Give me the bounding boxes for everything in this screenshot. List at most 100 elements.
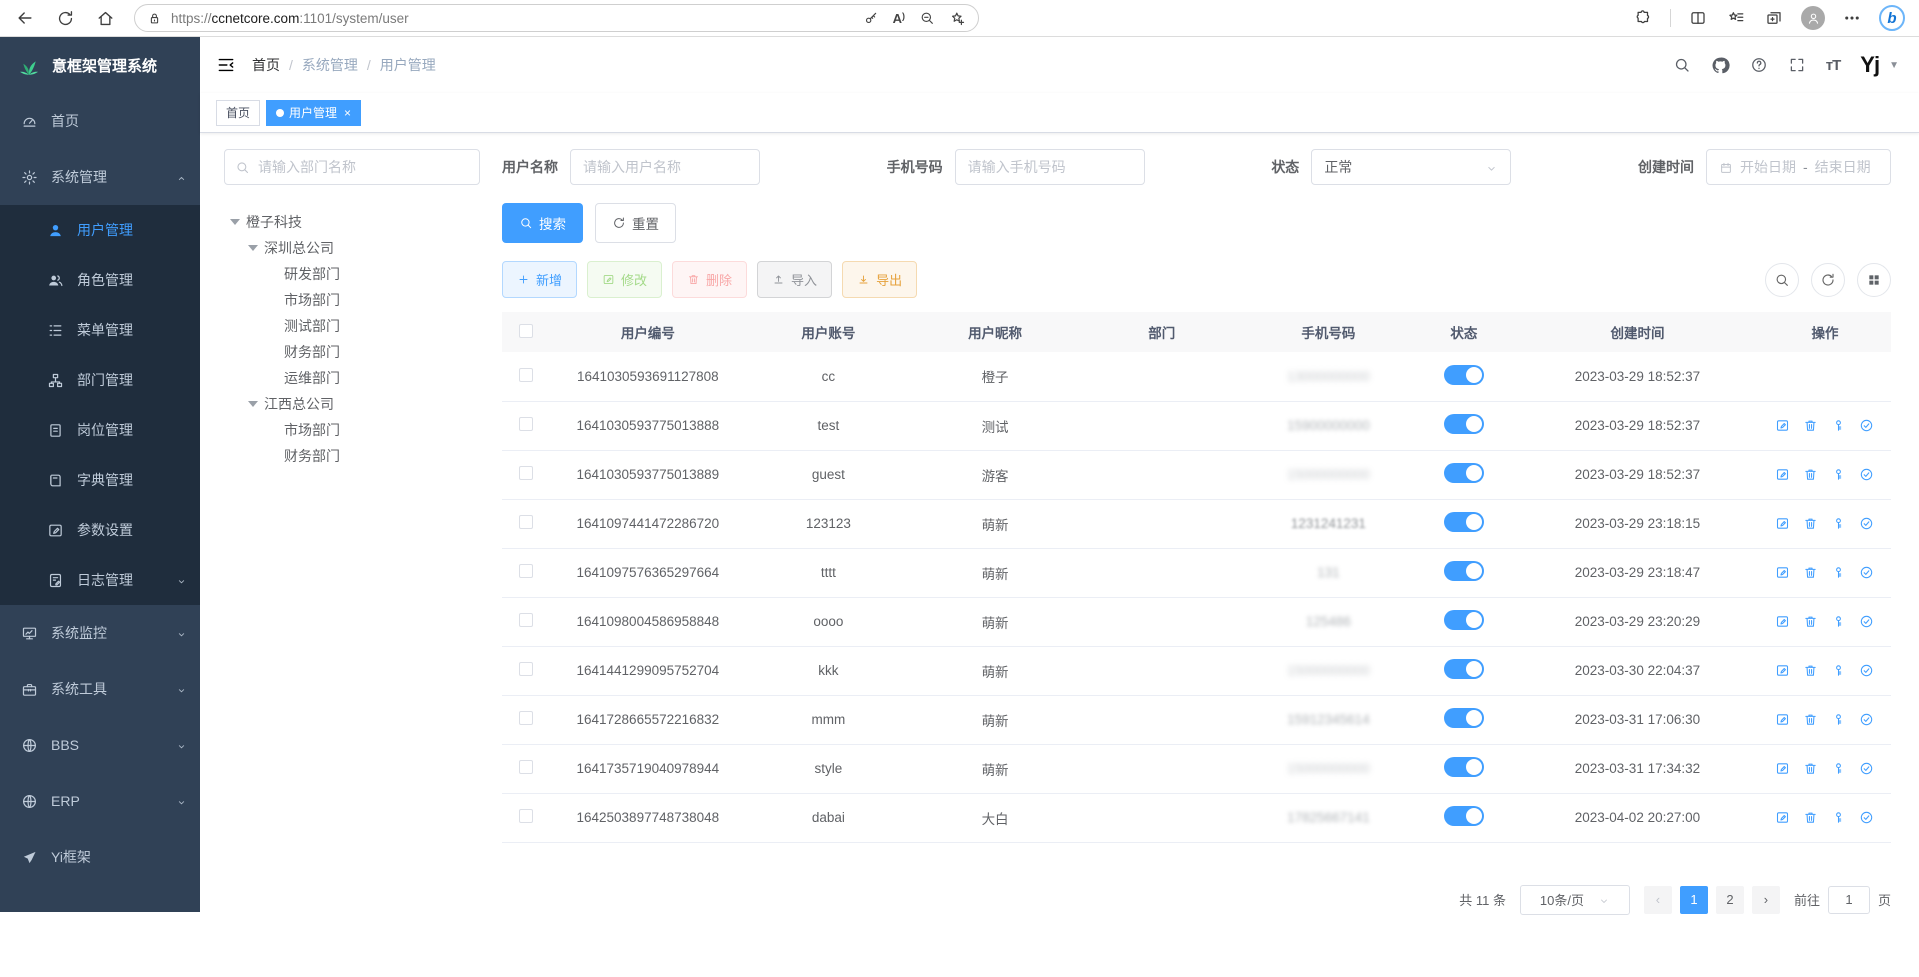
delete-button[interactable] <box>1803 614 1818 629</box>
check-circle-button[interactable] <box>1859 614 1874 629</box>
zoom-out-icon[interactable] <box>919 10 935 26</box>
breadcrumb-item[interactable]: 用户管理 <box>380 55 436 75</box>
tree-node-江西总公司[interactable]: 江西总公司 <box>224 391 480 417</box>
sidebar-item-post-mgmt[interactable]: 岗位管理 <box>0 405 200 455</box>
row-checkbox[interactable] <box>519 515 533 529</box>
status-toggle[interactable] <box>1444 708 1484 728</box>
tree-node-市场部门[interactable]: 市场部门 <box>224 287 480 313</box>
profile-avatar[interactable] <box>1801 6 1825 30</box>
password-key-icon[interactable] <box>863 10 879 26</box>
date-range-picker[interactable]: 开始日期 - 结束日期 <box>1706 149 1891 185</box>
delete-button[interactable] <box>1803 663 1818 678</box>
extensions-icon[interactable] <box>1632 7 1654 29</box>
tree-node-财务部门[interactable]: 财务部门 <box>224 443 480 469</box>
add-button[interactable]: 新增 <box>502 261 577 298</box>
edit-button[interactable] <box>1775 565 1790 580</box>
export-button[interactable]: 导出 <box>842 261 917 298</box>
edit-button[interactable] <box>1775 712 1790 727</box>
edit-button[interactable]: 修改 <box>587 261 662 298</box>
check-circle-button[interactable] <box>1859 565 1874 580</box>
favorites-bar-icon[interactable] <box>1725 7 1747 29</box>
page-button-2[interactable]: 2 <box>1716 886 1744 914</box>
sidebar-item-dict-mgmt[interactable]: 字典管理 <box>0 455 200 505</box>
table-refresh-icon[interactable] <box>1811 263 1845 297</box>
row-checkbox[interactable] <box>519 417 533 431</box>
delete-button[interactable] <box>1803 516 1818 531</box>
github-icon[interactable] <box>1711 56 1730 75</box>
dept-search-input[interactable]: 请输入部门名称 <box>224 149 480 185</box>
status-toggle[interactable] <box>1444 561 1484 581</box>
search-button[interactable]: 搜索 <box>502 203 583 243</box>
sidebar-item-param-settings[interactable]: 参数设置 <box>0 505 200 555</box>
status-toggle[interactable] <box>1444 365 1484 385</box>
tree-caret-icon[interactable] <box>248 401 258 407</box>
back-icon[interactable] <box>14 7 36 29</box>
sidebar-item-menu-mgmt[interactable]: 菜单管理 <box>0 305 200 355</box>
reset-password-button[interactable] <box>1831 516 1846 531</box>
goto-page-input[interactable] <box>1828 886 1870 914</box>
tree-node-深圳总公司[interactable]: 深圳总公司 <box>224 235 480 261</box>
check-circle-button[interactable] <box>1859 761 1874 776</box>
edit-button[interactable] <box>1775 418 1790 433</box>
tree-caret-icon[interactable] <box>248 245 258 251</box>
check-circle-button[interactable] <box>1859 516 1874 531</box>
sidebar-collapse-icon[interactable] <box>216 55 236 75</box>
sidebar-item-bbs[interactable]: BBS <box>0 717 200 773</box>
fullscreen-icon[interactable] <box>1788 56 1806 74</box>
delete-button[interactable]: 删除 <box>672 261 747 298</box>
collections-icon[interactable] <box>1763 7 1785 29</box>
row-checkbox[interactable] <box>519 809 533 823</box>
edit-button[interactable] <box>1775 467 1790 482</box>
sidebar-item-system-tools[interactable]: 系统工具 <box>0 661 200 717</box>
sidebar-item-system-monitor[interactable]: 系统监控 <box>0 605 200 661</box>
split-screen-icon[interactable] <box>1687 7 1709 29</box>
delete-button[interactable] <box>1803 467 1818 482</box>
delete-button[interactable] <box>1803 418 1818 433</box>
import-button[interactable]: 导入 <box>757 261 832 298</box>
font-size-icon[interactable]: ᴛT <box>1826 57 1841 74</box>
username-input[interactable] <box>583 159 747 175</box>
edit-button[interactable] <box>1775 516 1790 531</box>
tree-node-研发部门[interactable]: 研发部门 <box>224 261 480 287</box>
tree-node-橙子科技[interactable]: 橙子科技 <box>224 209 480 235</box>
status-select[interactable]: 正常 <box>1311 149 1511 185</box>
page-size-select[interactable]: 10条/页 <box>1520 885 1630 915</box>
favorite-add-icon[interactable] <box>949 10 966 27</box>
edit-button[interactable] <box>1775 614 1790 629</box>
avatar-caret-icon[interactable]: ▼ <box>1889 60 1899 71</box>
tab-close-icon[interactable]: × <box>344 106 351 120</box>
status-toggle[interactable] <box>1444 512 1484 532</box>
table-search-toggle-icon[interactable] <box>1765 263 1799 297</box>
row-checkbox[interactable] <box>519 564 533 578</box>
more-menu-icon[interactable] <box>1841 7 1863 29</box>
edit-button[interactable] <box>1775 810 1790 825</box>
header-search-icon[interactable] <box>1673 56 1691 74</box>
page-button-1[interactable]: 1 <box>1680 886 1708 914</box>
row-checkbox[interactable] <box>519 466 533 480</box>
tab-首页[interactable]: 首页 <box>216 100 260 126</box>
sidebar-item-yi-framework[interactable]: Yi框架 <box>0 829 200 885</box>
sidebar-item-log-mgmt[interactable]: 日志管理 <box>0 555 200 605</box>
tree-node-运维部门[interactable]: 运维部门 <box>224 365 480 391</box>
reload-icon[interactable] <box>54 7 76 29</box>
phone-input[interactable] <box>968 159 1132 175</box>
delete-button[interactable] <box>1803 761 1818 776</box>
delete-button[interactable] <box>1803 565 1818 580</box>
row-checkbox[interactable] <box>519 613 533 627</box>
check-circle-button[interactable] <box>1859 712 1874 727</box>
home-icon[interactable] <box>94 7 116 29</box>
read-aloud-icon[interactable]: A) <box>893 11 905 26</box>
prev-page-button[interactable]: ‹ <box>1644 886 1672 914</box>
delete-button[interactable] <box>1803 712 1818 727</box>
edit-button[interactable] <box>1775 663 1790 678</box>
row-checkbox[interactable] <box>519 662 533 676</box>
check-circle-button[interactable] <box>1859 810 1874 825</box>
reset-password-button[interactable] <box>1831 418 1846 433</box>
reset-password-button[interactable] <box>1831 810 1846 825</box>
breadcrumb-item[interactable]: 首页 <box>252 55 280 75</box>
reset-password-button[interactable] <box>1831 614 1846 629</box>
reset-password-button[interactable] <box>1831 467 1846 482</box>
tree-caret-icon[interactable] <box>230 219 240 225</box>
table-columns-icon[interactable] <box>1857 263 1891 297</box>
user-avatar[interactable]: Yj <box>1860 52 1879 78</box>
